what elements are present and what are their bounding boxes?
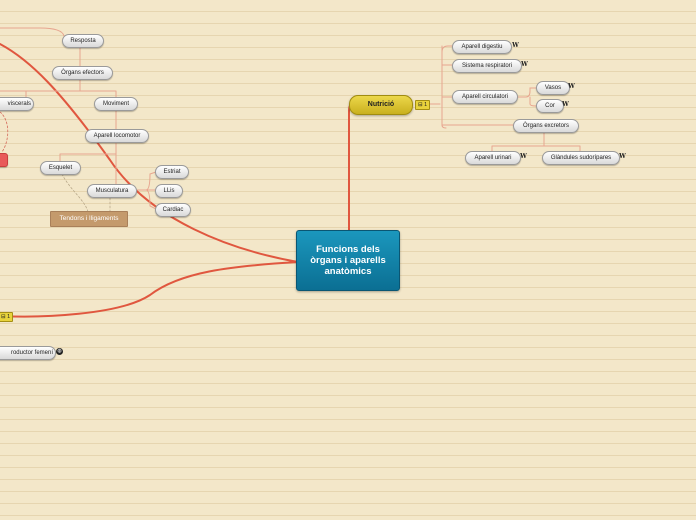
node-cor[interactable]: Cor xyxy=(536,99,564,113)
node-tendons-lligaments-label: Tendons i lligaments xyxy=(59,215,119,222)
node-moviment-label: Moviment xyxy=(102,101,129,107)
mindmap-canvas[interactable]: Funcions dels òrgans i aparells anatòmic… xyxy=(0,0,696,520)
central-topic-label: Funcions dels òrgans i aparells anatòmic… xyxy=(310,244,386,277)
wikipedia-icon[interactable]: W xyxy=(619,153,626,160)
reproduccio-badge-count: 1 xyxy=(7,314,11,320)
wikipedia-icon[interactable]: W xyxy=(562,101,569,108)
link-efectors-down xyxy=(0,77,117,99)
node-aparell-circulatori-label: Aparell circulatori xyxy=(461,94,509,100)
node-aparell-urinari-label: Aparell urinari xyxy=(474,155,512,161)
node-aparell-circulatori[interactable]: Aparell circulatori xyxy=(452,90,518,104)
branch-nutricio xyxy=(348,103,353,233)
node-musculatura[interactable]: Musculatura xyxy=(87,184,137,198)
wikipedia-icon[interactable]: W xyxy=(520,153,527,160)
node-aparell-locomotor[interactable]: Aparell locomotor xyxy=(85,129,149,143)
link-nutri-trunk xyxy=(420,45,447,129)
wikipedia-icon[interactable]: W xyxy=(512,42,519,49)
node-sistema-respiratori[interactable]: Sistema respiratori xyxy=(452,59,522,73)
node-cardiac-label: Cardiac xyxy=(162,207,184,213)
node-aparell-digestiu[interactable]: Aparell digestiu xyxy=(452,40,512,54)
node-llis-label: LLis xyxy=(163,188,175,194)
topic-nutricio-label: Nutrició xyxy=(367,101,395,108)
dashed-relation-viscerals xyxy=(0,111,9,153)
node-cardiac[interactable]: Cardiac xyxy=(155,203,191,217)
node-llis[interactable]: LLis xyxy=(155,184,183,198)
node-organs-excretors[interactable]: Òrgans excretors xyxy=(513,119,579,133)
nutricio-collapse-badge[interactable]: ⊟ 1 xyxy=(415,100,431,110)
node-aparell-locomotor-label: Aparell locomotor xyxy=(93,133,141,139)
branch-reproduccio xyxy=(0,261,299,318)
node-organs-efectors[interactable]: Òrgans efectors xyxy=(52,66,113,80)
wikipedia-icon[interactable]: W xyxy=(521,61,528,68)
node-aparell-urinari[interactable]: Aparell urinari xyxy=(465,151,521,165)
node-viscerals-label: viscerals xyxy=(7,101,31,107)
node-aparell-reproductor-femeni[interactable]: roductor femení xyxy=(0,346,56,360)
nutricio-badge-count: 1 xyxy=(424,102,428,108)
node-sistema-respiratori-label: Sistema respiratori xyxy=(461,63,512,69)
central-topic[interactable]: Funcions dels òrgans i aparells anatòmic… xyxy=(296,230,400,291)
node-glandules-sudoripares-label: Glàndules sudorípares xyxy=(550,155,612,161)
node-organs-excretors-label: Òrgans excretors xyxy=(522,123,570,129)
node-vasos[interactable]: Vasos xyxy=(536,81,570,95)
link-musc-estriat xyxy=(133,171,157,191)
node-moviment[interactable]: Moviment xyxy=(94,97,138,111)
node-tendons-lligaments[interactable]: Tendons i lligaments xyxy=(50,211,128,227)
globe-icon[interactable]: ◍ xyxy=(56,348,63,355)
node-cor-label: Cor xyxy=(545,103,555,109)
node-resposta[interactable]: Resposta xyxy=(62,34,104,48)
note-icon: ⊟ xyxy=(418,102,423,108)
node-red-topic[interactable] xyxy=(0,153,8,167)
node-resposta-label: Resposta xyxy=(70,38,96,44)
node-esquelet[interactable]: Esquelet xyxy=(40,161,81,175)
node-vasos-label: Vasos xyxy=(544,85,562,91)
node-viscerals[interactable]: viscerals xyxy=(0,97,34,111)
node-aparell-digestiu-label: Aparell digestiu xyxy=(461,44,503,50)
link-resposta xyxy=(0,27,65,37)
topic-nutricio[interactable]: Nutrició xyxy=(349,95,413,115)
node-estriat[interactable]: Estriat xyxy=(155,165,189,179)
wikipedia-icon[interactable]: W xyxy=(568,83,575,90)
node-esquelet-label: Esquelet xyxy=(48,165,73,171)
reproduccio-collapse-badge[interactable]: ⊟ 1 xyxy=(0,312,14,322)
branch-relacio xyxy=(0,43,299,263)
link-excretors-down xyxy=(491,130,581,153)
node-glandules-sudoripares[interactable]: Glàndules sudorípares xyxy=(542,151,620,165)
node-musculatura-label: Musculatura xyxy=(95,188,129,194)
note-icon: ⊟ xyxy=(1,314,6,320)
node-estriat-label: Estriat xyxy=(163,169,181,175)
node-organs-efectors-label: Òrgans efectors xyxy=(61,70,104,76)
node-aparell-reproductor-femeni-label: roductor femení xyxy=(10,350,53,356)
